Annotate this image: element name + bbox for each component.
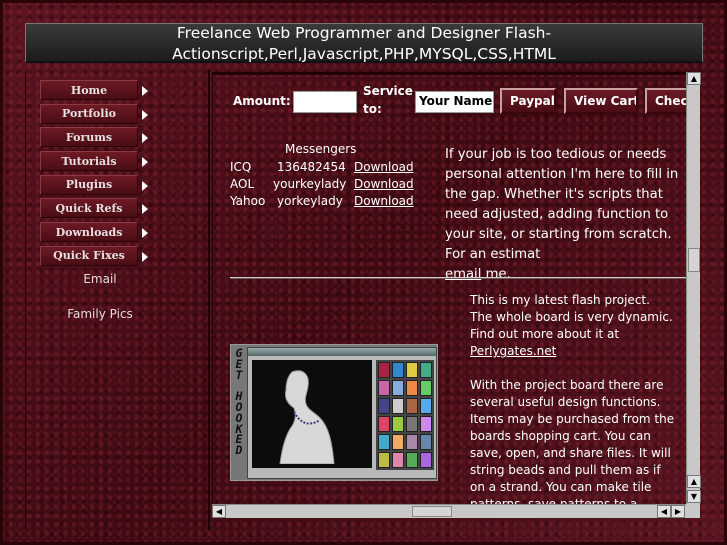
nav-item-forums[interactable]: Forums (40, 127, 148, 148)
vertical-scroll-thumb[interactable] (688, 248, 700, 272)
nav-item-tutorials[interactable]: Tutorials (40, 151, 148, 172)
triangle-right-icon (142, 86, 148, 96)
nav-item-label: Plugins (65, 178, 113, 192)
app-window-screenshot (247, 347, 437, 479)
download-link[interactable]: Download (354, 177, 414, 191)
messenger-id: 136482454 (277, 160, 346, 174)
triangle-right-icon (142, 251, 148, 262)
service-label-to: to: (363, 102, 382, 116)
paypal-button[interactable]: Paypal (500, 88, 556, 114)
messenger-id: yorkeylady (277, 194, 343, 208)
nav-item-quick-refs[interactable]: Quick Refs (40, 198, 148, 219)
messenger-row: Yahoo yorkeylady Download (230, 194, 420, 210)
triangle-right-icon (142, 180, 148, 191)
triangle-right-icon (142, 133, 148, 144)
nav-item-plugins[interactable]: Plugins (40, 174, 148, 195)
pitch-email-link[interactable]: email (445, 267, 481, 282)
content-top-border (213, 73, 687, 75)
nav-item-label: Downloads (55, 225, 123, 239)
pitch-text: If your job is too tedious or needs pers… (445, 147, 679, 262)
triangle-right-icon (142, 157, 148, 168)
download-link[interactable]: Download (354, 194, 414, 208)
site-header: Freelance Web Programmer and Designer Fl… (25, 23, 703, 63)
perlygates-link[interactable]: Perlygates.net (470, 344, 556, 358)
nav-item-downloads[interactable]: Downloads (40, 222, 148, 243)
triangle-right-icon (142, 109, 148, 120)
site-title: Freelance Web Programmer and Designer Fl… (172, 24, 556, 63)
nav-item-label: Quick Refs (55, 201, 123, 215)
scrollbar-corner (686, 504, 700, 518)
arrow-down-icon[interactable]: ▼ (687, 490, 701, 503)
vertical-scrollbar[interactable]: ▲ ▲ ▼ (686, 72, 701, 504)
service-label: Service (363, 84, 413, 98)
nav-item-label: Tutorials (61, 154, 117, 168)
main-content: Amount: Service to: Your Name Paypal Vie… (212, 72, 700, 517)
horizontal-scrollbar[interactable]: ◀ ◀ ▶ (212, 504, 686, 518)
nav-item-label: Quick Fixes (53, 249, 125, 263)
nav-item-portfolio[interactable]: Portfolio (40, 103, 148, 124)
arrow-left-icon[interactable]: ◀ (657, 505, 671, 518)
mannequin-graphic (279, 370, 335, 464)
messenger-service: AOL (230, 177, 255, 191)
flash-para2: With the project board there are several… (470, 378, 675, 511)
messengers-heading: Messengers (285, 142, 357, 156)
app-canvas (252, 360, 372, 468)
nav-item-quick-fixes[interactable]: Quick Fixes (40, 245, 148, 266)
arrow-left-icon[interactable]: ◀ (212, 505, 226, 518)
divider (230, 277, 690, 279)
view-cart-button[interactable]: View Cart (564, 88, 638, 114)
flash-project-image[interactable]: GETHOOKED (230, 344, 438, 481)
arrow-up-icon[interactable]: ▲ (687, 475, 701, 488)
sidebar-nav: Home Portfolio Forums Tutorials Plugins … (40, 80, 150, 270)
service-pitch: If your job is too tedious or needs pers… (445, 145, 695, 285)
amount-label: Amount: (233, 94, 291, 108)
bead-palette (376, 360, 434, 470)
nav-item-label: Portfolio (62, 107, 116, 121)
name-input[interactable]: Your Name (415, 91, 494, 113)
email-link[interactable]: Email (30, 272, 170, 286)
download-link[interactable]: Download (354, 160, 414, 174)
arrow-up-icon[interactable]: ▲ (687, 72, 701, 85)
messenger-row: AOL yourkeylady Download (230, 177, 420, 193)
messenger-service: ICQ (230, 160, 252, 174)
get-hooked-text: GETHOOKED (235, 346, 243, 458)
nav-item-label: Forums (65, 130, 113, 144)
messenger-row: ICQ 136482454 Download (230, 160, 420, 176)
nav-item-label: Home (70, 83, 108, 97)
family-pics-link[interactable]: Family Pics (30, 307, 170, 321)
flash-project-description: This is my latest flash project. The who… (470, 292, 675, 513)
messenger-service: Yahoo (230, 194, 266, 208)
nav-item-home[interactable]: Home (40, 80, 148, 100)
app-titlebar (248, 348, 436, 356)
triangle-right-icon (142, 204, 148, 215)
pitch-text-end: me. (481, 267, 511, 282)
horizontal-scroll-thumb[interactable] (412, 506, 452, 517)
arrow-right-icon[interactable]: ▶ (671, 505, 685, 518)
messenger-id: yourkeylady (273, 177, 347, 191)
amount-input[interactable] (293, 91, 357, 113)
triangle-right-icon (142, 228, 148, 239)
flash-para1: This is my latest flash project. The who… (470, 293, 673, 341)
